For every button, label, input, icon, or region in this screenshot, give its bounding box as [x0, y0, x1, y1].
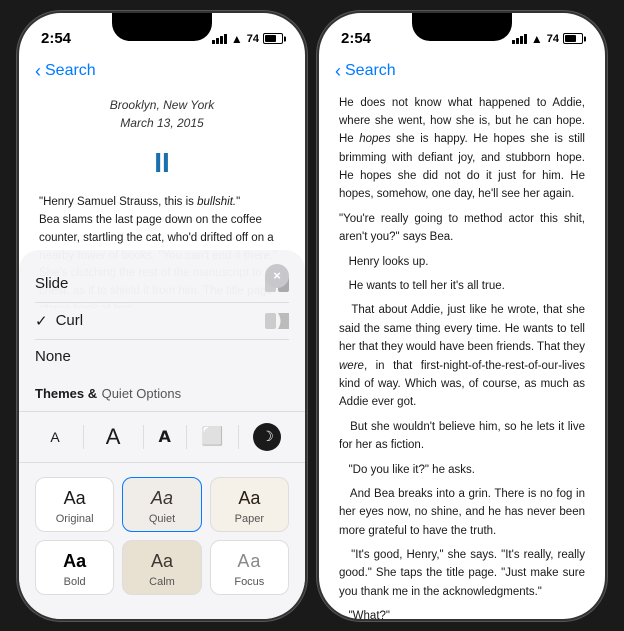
book-para-6: But she wouldn't believe him, so he lets…: [339, 418, 585, 455]
chapter-number: II: [39, 141, 285, 184]
theme-original-text: Aa: [64, 488, 86, 509]
theme-bold-text: Aa: [63, 551, 86, 572]
slide-label: Slide: [35, 275, 68, 292]
font-controls: A A 𝗔 ⬜ ☽: [19, 411, 305, 463]
theme-calm-text: Aa: [151, 551, 173, 572]
nav-bar-right: ‹ Search: [319, 57, 605, 88]
book-para-7: "Do you like it?" he asks.: [339, 461, 585, 479]
theme-calm-label: Calm: [149, 576, 175, 588]
book-para-3: Henry looks up.: [339, 253, 585, 271]
check-icon: ✓: [35, 312, 48, 330]
themes-subtitle: Quiet Options: [102, 386, 182, 401]
book-para-9: "It's good, Henry," she says. "It's real…: [339, 546, 585, 601]
themes-section: Themes & Quiet Options: [19, 383, 305, 411]
book-para-1: He does not know what happened to Addie,…: [339, 94, 585, 204]
theme-cards-grid: Aa Original Aa Quiet Aa Paper Aa Bold Aa: [19, 473, 305, 599]
book-header: Brooklyn, New YorkMarch 13, 2015: [39, 96, 285, 133]
back-chevron-right: ‹: [335, 61, 341, 82]
theme-original-card[interactable]: Aa Original: [35, 477, 114, 532]
book-para-5: That about Addie, just like he wrote, th…: [339, 301, 585, 411]
battery-level: 74: [247, 33, 259, 45]
back-button-left[interactable]: ‹ Search: [35, 61, 96, 82]
curl-option[interactable]: ✓ Curl: [35, 303, 289, 340]
curl-label: Curl: [56, 312, 259, 329]
none-label: None: [35, 348, 71, 365]
book-para-4: He wants to tell her it's all true.: [339, 277, 585, 295]
time-right: 2:54: [341, 30, 371, 47]
wifi-icon: ▲: [231, 32, 243, 46]
theme-quiet-text: Aa: [151, 488, 173, 509]
battery-icon: [263, 33, 283, 44]
status-icons-left: ▲ 74: [212, 32, 283, 46]
font-type-icon[interactable]: 𝗔: [159, 427, 171, 447]
time-left: 2:54: [41, 30, 71, 47]
right-phone: 2:54 ▲ 74 ‹ Search: [317, 11, 607, 621]
book-content-right: He does not know what happened to Addie,…: [319, 88, 605, 621]
theme-focus-label: Focus: [234, 576, 264, 588]
transition-menu: Slide ✓ Curl: [19, 266, 305, 373]
theme-paper-card[interactable]: Aa Paper: [210, 477, 289, 532]
book-para-10: "What?": [339, 607, 585, 620]
battery-level-right: 74: [547, 33, 559, 45]
brightness-icon[interactable]: ☽: [253, 423, 281, 451]
book-para-2: "You're really going to method actor thi…: [339, 210, 585, 247]
back-button-right[interactable]: ‹ Search: [335, 61, 396, 82]
wifi-icon-right: ▲: [531, 32, 543, 46]
theme-focus-card[interactable]: Aa Focus: [210, 540, 289, 595]
theme-paper-label: Paper: [235, 513, 264, 525]
status-bar-right: 2:54 ▲ 74: [319, 13, 605, 57]
none-option[interactable]: None: [35, 340, 289, 373]
status-icons-right: ▲ 74: [512, 32, 583, 46]
font-small-button[interactable]: A: [42, 425, 67, 449]
back-label-right: Search: [345, 62, 396, 80]
signal-icon: [212, 34, 227, 44]
theme-focus-text: Aa: [237, 551, 261, 572]
theme-calm-card[interactable]: Aa Calm: [122, 540, 201, 595]
theme-paper-text: Aa: [238, 488, 260, 509]
phones-container: 2:54 ▲ 74 ‹ Search: [17, 11, 607, 621]
close-icon: ×: [273, 268, 281, 283]
themes-label: Themes &: [35, 386, 97, 401]
battery-icon-right: [563, 33, 583, 44]
slide-option[interactable]: Slide: [35, 266, 289, 303]
overlay-panel: Slide ✓ Curl: [19, 250, 305, 619]
nav-bar-left: ‹ Search: [19, 57, 305, 88]
back-label-left: Search: [45, 62, 96, 80]
back-chevron-left: ‹: [35, 61, 41, 82]
theme-original-label: Original: [56, 513, 94, 525]
theme-quiet-label: Quiet: [149, 513, 175, 525]
signal-icon-right: [512, 34, 527, 44]
font-large-button[interactable]: A: [98, 420, 129, 454]
theme-quiet-card[interactable]: Aa Quiet: [122, 477, 201, 532]
moon-symbol: ☽: [261, 428, 274, 445]
curl-icon: [259, 311, 289, 331]
left-phone: 2:54 ▲ 74 ‹ Search: [17, 11, 307, 621]
book-para-8: And Bea breaks into a grin. There is no …: [339, 485, 585, 540]
theme-bold-label: Bold: [64, 576, 86, 588]
status-bar-left: 2:54 ▲ 74: [19, 13, 305, 57]
layout-icon[interactable]: ⬜: [201, 426, 223, 447]
theme-bold-card[interactable]: Aa Bold: [35, 540, 114, 595]
close-button[interactable]: ×: [265, 264, 289, 288]
